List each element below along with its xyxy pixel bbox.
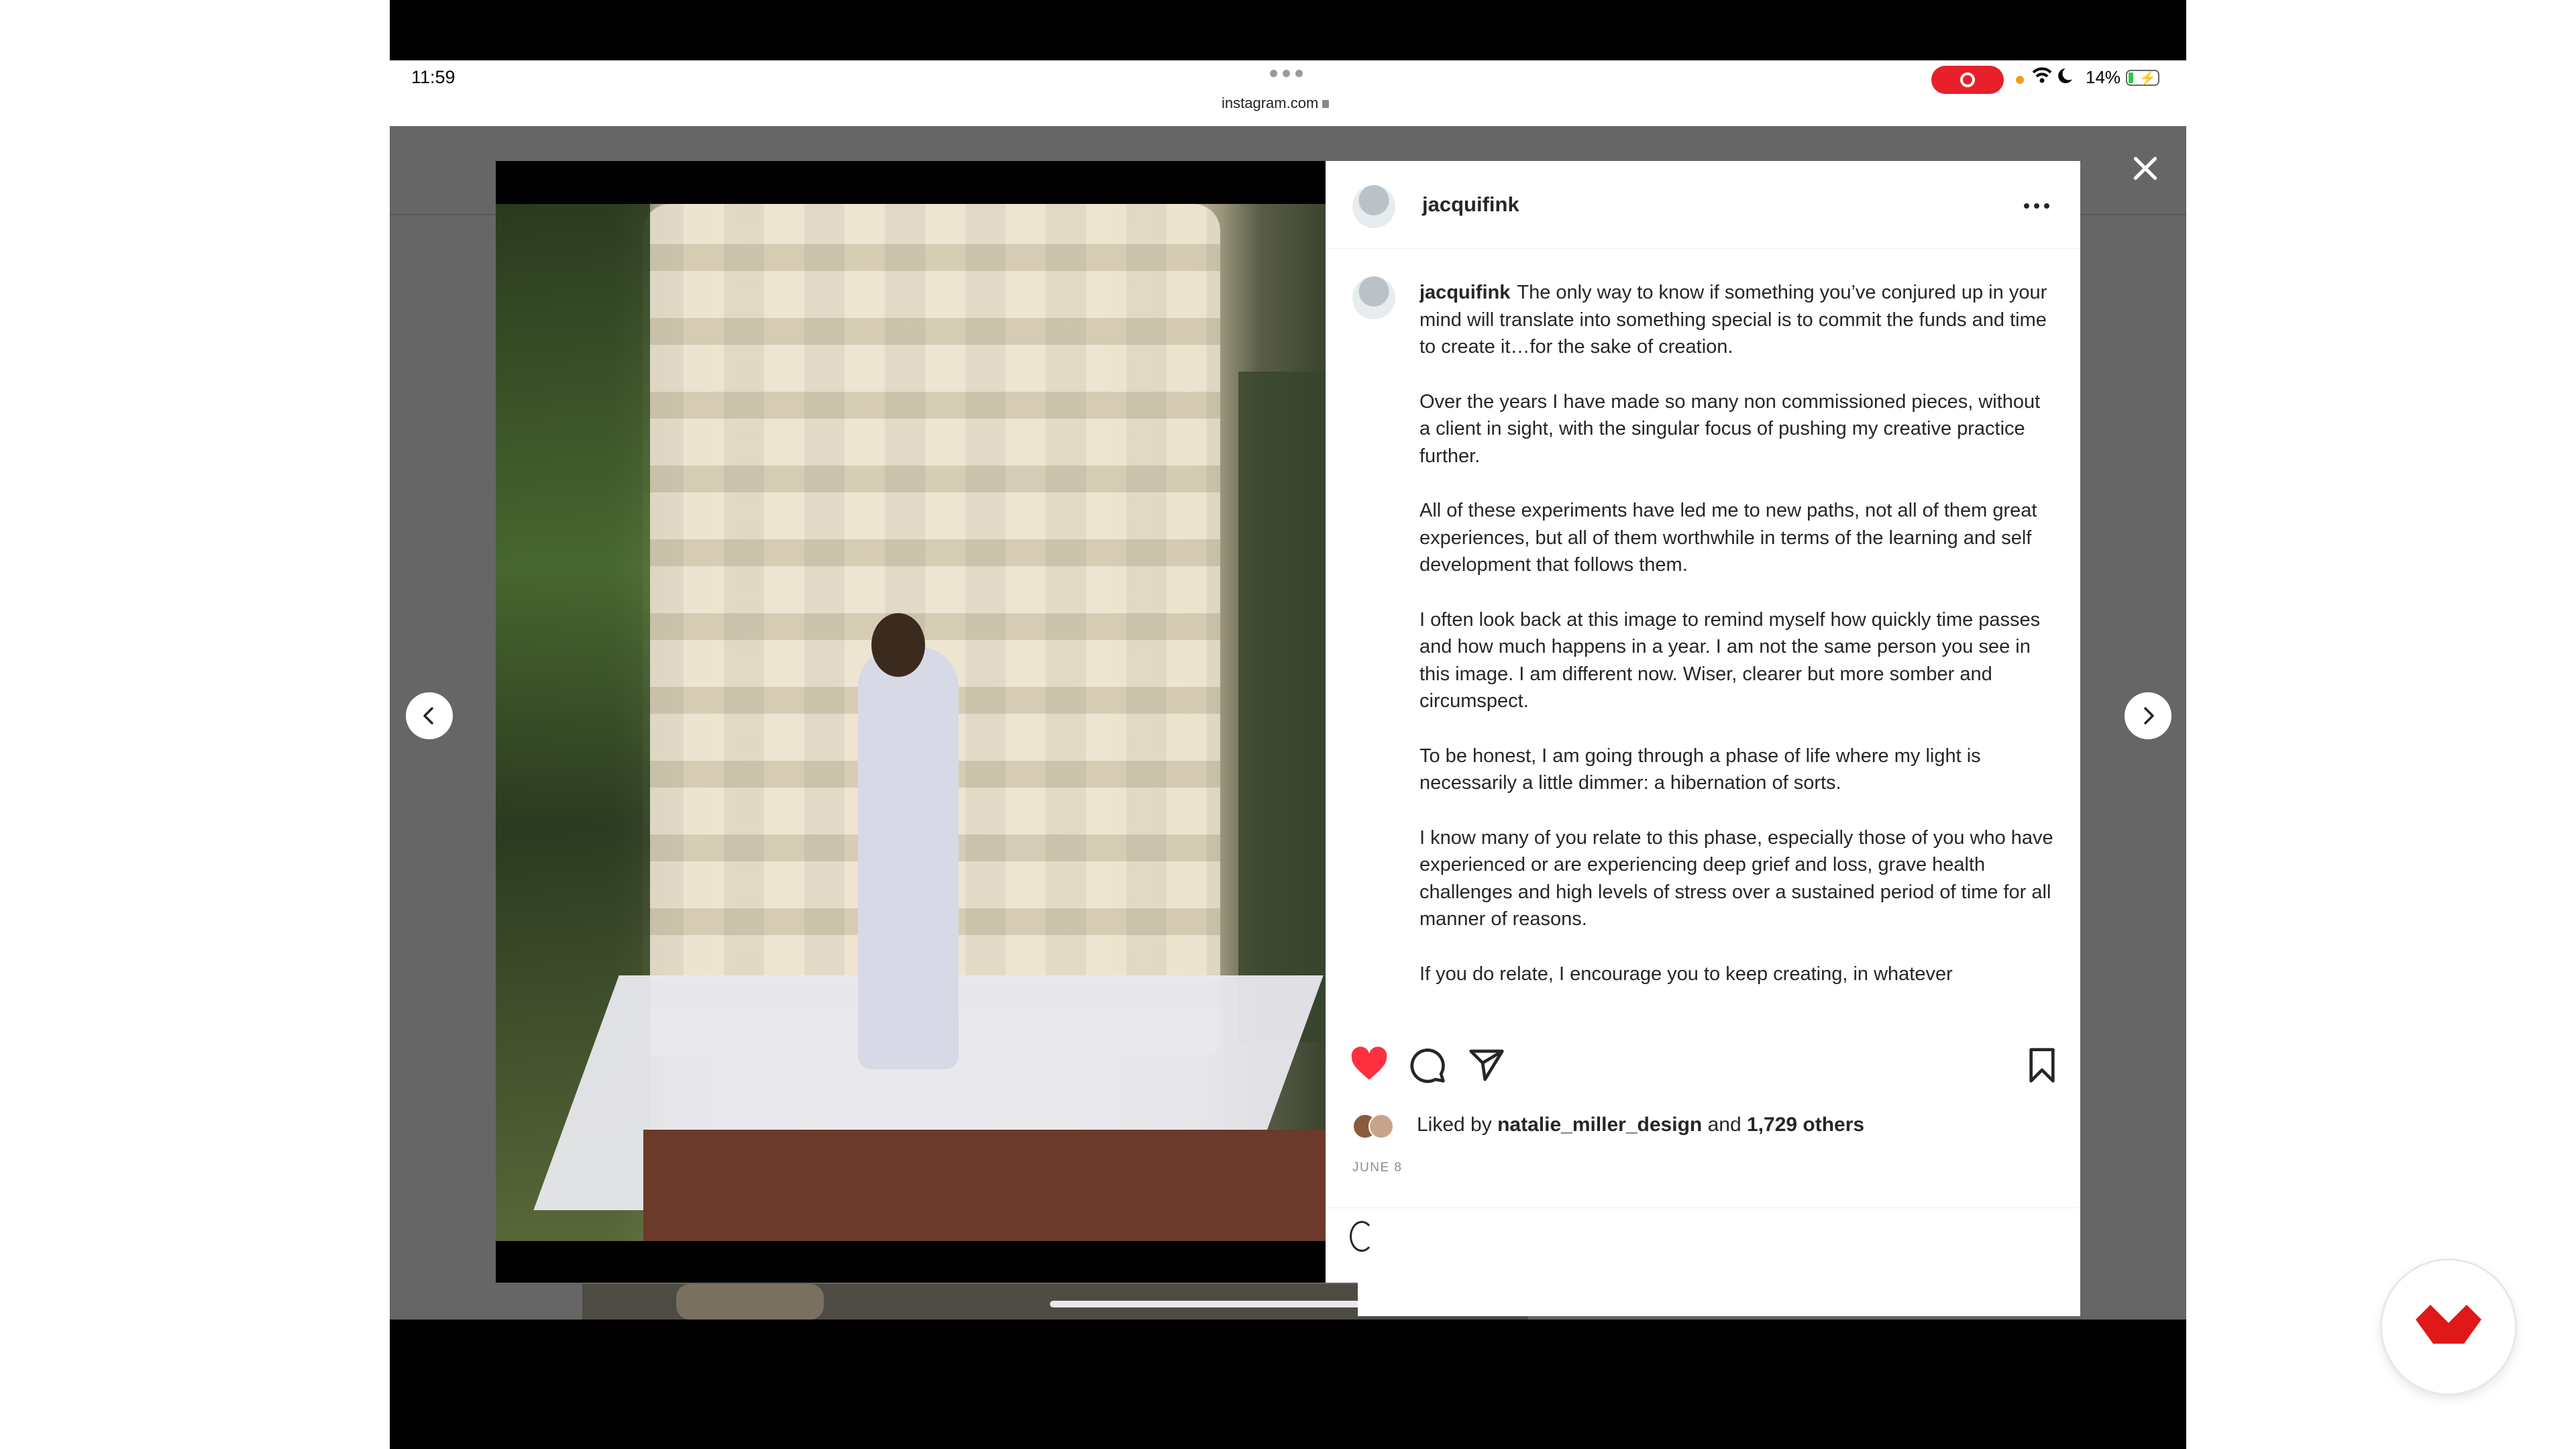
device-top-bezel bbox=[390, 0, 2186, 60]
close-icon[interactable] bbox=[2129, 152, 2162, 185]
comment-bar bbox=[1358, 1283, 2080, 1316]
post-details-panel: jacquifink jacquifink The only way to kno… bbox=[1326, 161, 2080, 1283]
share-icon[interactable] bbox=[1468, 1046, 1505, 1087]
caption-paragraph: I often look back at this image to remin… bbox=[1419, 608, 2041, 712]
floating-app-badge[interactable] bbox=[2382, 1260, 2515, 1393]
more-icon[interactable] bbox=[2023, 195, 2050, 209]
post-modal: jacquifink jacquifink The only way to kno… bbox=[496, 161, 2080, 1316]
battery-icon: ⚡ bbox=[2126, 70, 2159, 86]
caption-paragraph: If you do relate, I encourage you to kee… bbox=[1419, 963, 1953, 985]
likes-count[interactable]: 1,729 others bbox=[1747, 1114, 1864, 1136]
chevron-right-icon bbox=[2144, 707, 2154, 724]
previous-post-button[interactable] bbox=[406, 692, 453, 739]
caption-paragraph: To be honest, I am going through a phase… bbox=[1419, 745, 1981, 794]
lock-icon bbox=[1322, 100, 1330, 108]
photo-brick-floor bbox=[643, 1130, 1326, 1241]
photo-tree bbox=[1238, 372, 1326, 1042]
photo-person-head bbox=[871, 613, 925, 677]
header-divider bbox=[1326, 248, 2080, 249]
bookmark-icon[interactable] bbox=[2023, 1046, 2061, 1087]
emoji-icon[interactable] bbox=[1350, 1221, 1374, 1252]
caption-avatar[interactable] bbox=[1352, 276, 1395, 319]
status-time: 11:59 bbox=[411, 67, 455, 87]
status-bar: 11:59 instagram.com 14% ⚡ bbox=[390, 60, 2186, 126]
caption-username[interactable]: jacquifink bbox=[1419, 282, 1510, 303]
screen-recording-indicator[interactable] bbox=[1931, 66, 2004, 94]
liker-username[interactable]: natalie_miller_design bbox=[1497, 1114, 1702, 1136]
multitasking-dots[interactable] bbox=[1270, 70, 1310, 78]
likes-summary: Liked by natalie_miller_design and 1,729… bbox=[1417, 1114, 1864, 1136]
liker-avatar[interactable] bbox=[1368, 1114, 1394, 1139]
address-label[interactable]: instagram.com bbox=[1222, 95, 1330, 112]
brand-logo-icon bbox=[2416, 1305, 2481, 1344]
heart-icon[interactable] bbox=[1350, 1046, 1389, 1085]
next-post-button[interactable] bbox=[2125, 692, 2171, 739]
post-photo-area[interactable] bbox=[496, 161, 1326, 1283]
wifi-icon bbox=[2031, 64, 2078, 92]
likes-prefix: Liked by bbox=[1417, 1114, 1492, 1136]
home-indicator[interactable] bbox=[1050, 1301, 1365, 1307]
avatar[interactable] bbox=[1352, 185, 1395, 228]
post-photo[interactable] bbox=[496, 204, 1326, 1241]
battery-percent: 14% bbox=[2086, 67, 2121, 87]
mic-indicator-icon bbox=[2016, 76, 2024, 84]
comment-icon[interactable] bbox=[1409, 1046, 1446, 1087]
caption-text: The only way to know if something you’ve… bbox=[1419, 282, 2047, 358]
caption-scroll-area[interactable]: jacquifink The only way to know if someth… bbox=[1419, 279, 2055, 1183]
photo-person bbox=[858, 647, 959, 1069]
url-text: instagram.com bbox=[1222, 95, 1319, 111]
caption-paragraph: All of these experiments have led me to … bbox=[1419, 500, 2037, 576]
caption-paragraph: I know many of you relate to this phase,… bbox=[1419, 826, 2053, 930]
post-date[interactable]: JUNE 8 bbox=[1352, 1161, 1402, 1175]
chevron-left-icon bbox=[423, 707, 433, 724]
likes-conjunction: and bbox=[1707, 1114, 1741, 1136]
caption-paragraph: Over the years I have made so many non c… bbox=[1419, 390, 2041, 467]
caption-paragraph: jacquifink The only way to know if someth… bbox=[1419, 279, 2055, 361]
device-bottom-bezel bbox=[390, 1320, 2186, 1449]
post-username[interactable]: jacquifink bbox=[1422, 193, 1519, 217]
